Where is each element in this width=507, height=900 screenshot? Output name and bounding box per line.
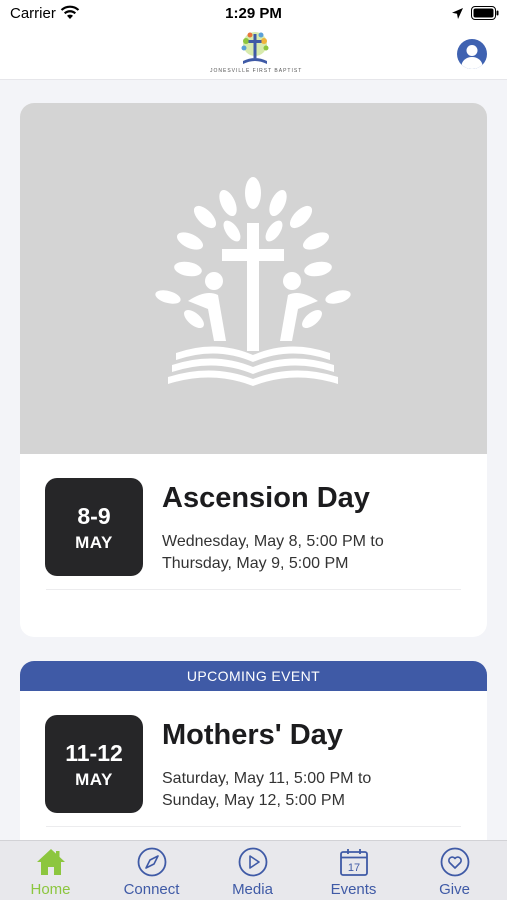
featured-event-card[interactable]: 8-9 MAY Ascension Day Wednesday, May 8, … <box>20 103 487 637</box>
event-time: Wednesday, May 8, 5:00 PM to Thursday, M… <box>162 531 452 575</box>
tab-media-label: Media <box>232 881 273 898</box>
church-logo: JONESVILLE FIRST BAPTIST <box>210 31 303 75</box>
date-badge: 11-12 MAY <box>45 715 143 813</box>
compass-icon <box>137 847 167 877</box>
date-range: 8-9 <box>77 503 111 529</box>
event-title: Mothers' Day <box>162 719 343 751</box>
event-time-end: Sunday, May 12, 5:00 PM <box>162 792 345 809</box>
logo-text: JONESVILLE FIRST BAPTIST <box>210 68 303 74</box>
tab-give[interactable]: Give <box>404 841 505 900</box>
play-icon <box>238 847 268 877</box>
tab-home[interactable]: Home <box>0 841 101 900</box>
tree-cross-logo-icon <box>241 32 269 64</box>
tab-connect-label: Connect <box>123 881 180 898</box>
tab-bar: Home Connect Media 17 Events Give <box>0 840 507 900</box>
date-month: MAY <box>75 533 113 552</box>
tree-cross-logo-icon <box>155 177 351 386</box>
date-badge: 8-9 MAY <box>45 478 143 576</box>
status-time: 1:29 PM <box>225 5 282 22</box>
tab-events[interactable]: 17 Events <box>303 841 404 900</box>
date-month: MAY <box>75 770 113 789</box>
calendar-icon: 17 <box>340 849 368 876</box>
event-time-end: Thursday, May 9, 5:00 PM <box>162 555 349 572</box>
status-bar: Carrier 1:29 PM <box>0 0 507 28</box>
card-divider <box>46 826 461 827</box>
card-divider <box>46 589 461 590</box>
heart-icon <box>440 847 470 877</box>
location-arrow-icon <box>452 8 463 19</box>
profile-button[interactable] <box>457 39 487 69</box>
event-time: Saturday, May 11, 5:00 PM to Sunday, May… <box>162 768 452 812</box>
event-time-start: Wednesday, May 8, 5:00 PM to <box>162 533 384 550</box>
event-title: Ascension Day <box>162 482 370 514</box>
battery-icon <box>471 6 499 20</box>
event-time-start: Saturday, May 11, 5:00 PM to <box>162 770 372 787</box>
tab-events-label: Events <box>330 881 377 898</box>
date-range: 11-12 <box>65 740 123 766</box>
event-image <box>20 103 487 454</box>
user-icon <box>461 45 483 69</box>
upcoming-event-banner: UPCOMING EVENT <box>20 661 487 691</box>
svg-text:17: 17 <box>348 862 360 874</box>
upcoming-event-card[interactable]: UPCOMING EVENT 11-12 MAY Mothers' Day Sa… <box>20 661 487 861</box>
home-icon <box>37 849 65 875</box>
tab-media[interactable]: Media <box>202 841 303 900</box>
tab-home-label: Home <box>30 881 71 898</box>
app-header: JONESVILLE FIRST BAPTIST <box>0 28 507 80</box>
tab-connect[interactable]: Connect <box>101 841 202 900</box>
tab-give-label: Give <box>439 881 470 898</box>
